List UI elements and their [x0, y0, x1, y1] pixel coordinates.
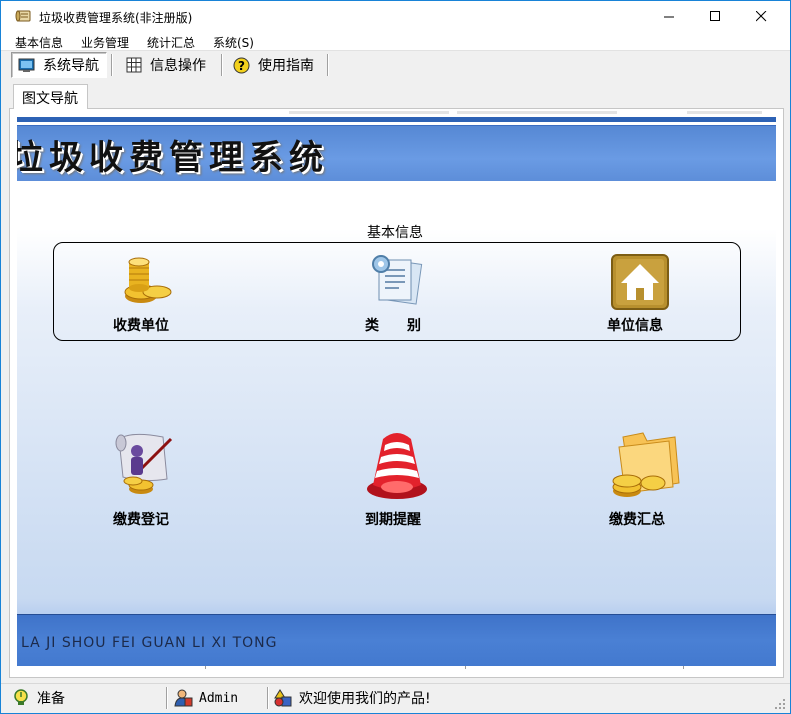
- user-guide-label: 使用指南: [258, 58, 314, 74]
- toolbar-separator: [111, 54, 113, 76]
- due-reminder-item[interactable]: 到期提醒: [347, 429, 447, 529]
- close-icon: [755, 11, 766, 22]
- banner-title: 垃圾收费管理系统: [17, 138, 329, 178]
- menu-statistics[interactable]: 统计汇总: [147, 34, 195, 51]
- info-operation-button[interactable]: 信息操作: [125, 52, 206, 78]
- due-reminder-label: 到期提醒: [365, 512, 421, 528]
- unit-info-label: 单位信息: [607, 318, 663, 334]
- title-bar[interactable]: 垃圾收费管理系统(非注册版): [1, 1, 790, 32]
- coins-icon: [119, 252, 175, 311]
- category-label: 类 别: [365, 318, 421, 334]
- footer-band: LA JI SHOU FEI GUAN LI XI TONG: [17, 614, 776, 666]
- status-message: 欢迎使用我们的产品!: [299, 691, 431, 707]
- monitor-icon: [18, 57, 35, 74]
- menu-basic-info[interactable]: 基本信息: [15, 34, 63, 51]
- close-button[interactable]: [738, 1, 784, 32]
- status-bar: 准备 Admin 欢迎使用我们的产品!: [1, 683, 790, 713]
- status-user: Admin: [199, 690, 239, 706]
- maximize-icon: [709, 11, 720, 21]
- fee-unit-label: 收费单位: [113, 318, 169, 334]
- toolbar-separator: [327, 54, 329, 76]
- accent-line: [17, 117, 776, 122]
- status-message-pane: 欢迎使用我们的产品!: [273, 686, 431, 710]
- menu-system[interactable]: 系统(S): [213, 34, 254, 51]
- shapes-icon: [273, 688, 293, 708]
- app-window: 垃圾收费管理系统(非注册版) 基本信息 业务管理 统计汇总 系统(S) 系统导航: [0, 0, 791, 714]
- fee-unit-item[interactable]: 收费单位: [97, 252, 197, 338]
- status-state: 准备: [37, 691, 65, 707]
- minimize-button[interactable]: [646, 1, 692, 32]
- folder-coins-icon: [609, 431, 681, 504]
- minimize-icon: [663, 16, 674, 18]
- user-icon: [173, 688, 193, 708]
- status-separator: [166, 687, 168, 709]
- payment-summary-label: 缴费汇总: [609, 512, 665, 528]
- lightbulb-icon: [11, 688, 31, 708]
- grid-table-icon: [125, 57, 142, 74]
- category-item[interactable]: 类 别: [347, 252, 447, 338]
- register-scroll-icon: [111, 429, 177, 502]
- documents-gear-icon: [369, 254, 425, 311]
- app-scroll-icon: [15, 8, 33, 24]
- tab-graphic-nav[interactable]: 图文导航: [13, 84, 88, 109]
- help-question-icon: ?: [233, 57, 250, 74]
- info-operation-label: 信息操作: [150, 58, 206, 74]
- menu-business[interactable]: 业务管理: [81, 34, 129, 51]
- window-title: 垃圾收费管理系统(非注册版): [39, 11, 193, 25]
- system-nav-label: 系统导航: [43, 58, 99, 74]
- status-state-pane: 准备: [11, 686, 65, 710]
- user-guide-button[interactable]: ? 使用指南: [233, 52, 314, 78]
- alarm-bell-icon: [363, 429, 433, 504]
- payment-register-item[interactable]: 缴费登记: [97, 429, 197, 529]
- payment-summary-item[interactable]: 缴费汇总: [591, 429, 691, 529]
- status-user-pane: Admin: [173, 686, 238, 710]
- home-icon: [611, 254, 669, 313]
- menu-bar: 基本信息 业务管理 统计汇总 系统(S): [1, 32, 790, 51]
- footer-pinyin: LA JI SHOU FEI GUAN LI XI TONG: [21, 635, 278, 651]
- nav-content: 垃圾收费管理系统 基本信息 收费单位 类 别 单位信息 缴费登记 到期提醒 缴费…: [17, 109, 776, 669]
- resize-grip-icon[interactable]: [774, 698, 786, 710]
- top-strip: [17, 109, 776, 117]
- status-separator: [267, 687, 269, 709]
- banner: 垃圾收费管理系统: [17, 125, 776, 181]
- svg-text:?: ?: [238, 59, 245, 73]
- payment-register-label: 缴费登记: [113, 512, 169, 528]
- unit-info-item[interactable]: 单位信息: [591, 252, 691, 338]
- toolbar: 系统导航 信息操作 ? 使用指南: [1, 51, 790, 79]
- maximize-button[interactable]: [692, 1, 738, 32]
- system-nav-button[interactable]: 系统导航: [11, 52, 107, 78]
- group-caption: 基本信息: [367, 225, 423, 241]
- bottom-ticks: [17, 666, 776, 669]
- toolbar-separator: [221, 54, 223, 76]
